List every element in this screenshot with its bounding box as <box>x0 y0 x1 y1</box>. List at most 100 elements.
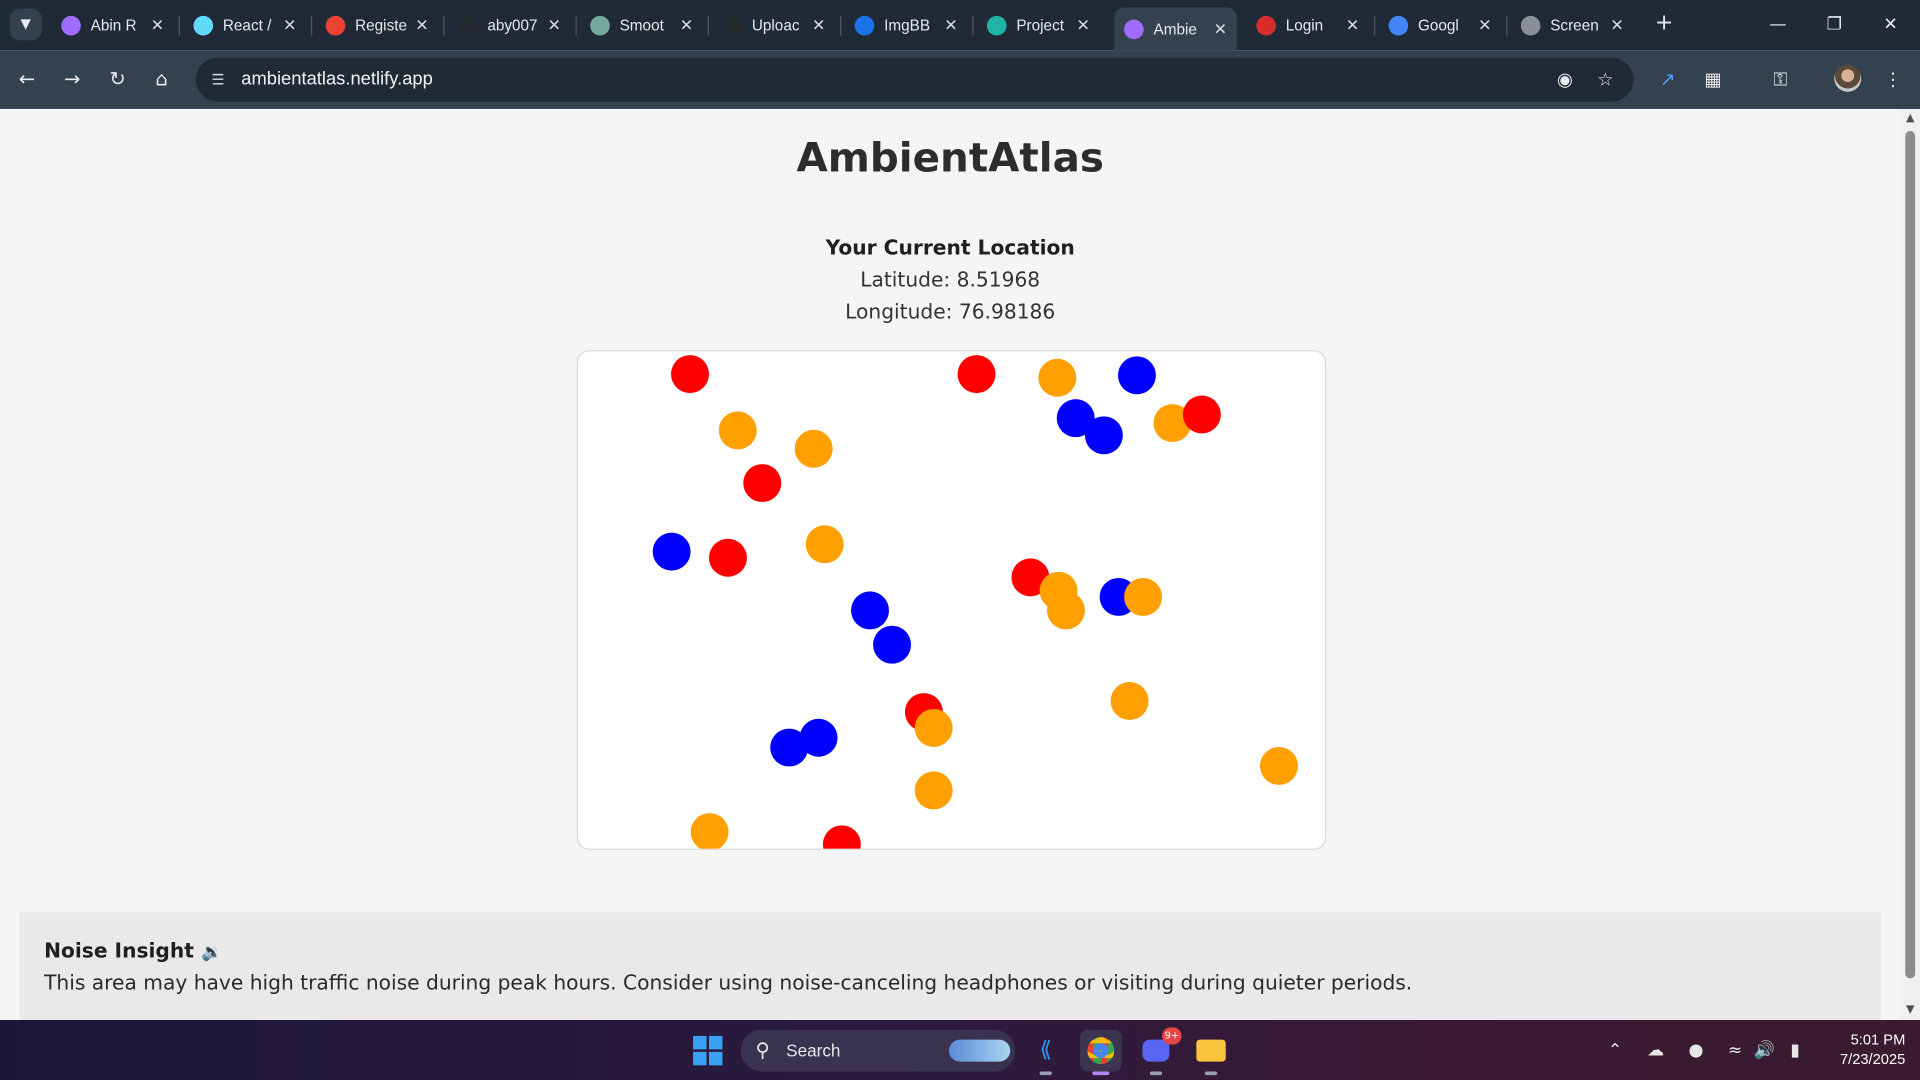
noise-dot-blue[interactable] <box>1117 356 1156 395</box>
noise-dot-orange[interactable] <box>805 525 844 564</box>
noise-dot-blue[interactable] <box>851 591 889 630</box>
tab-2[interactable]: Registe ✕ <box>316 7 438 44</box>
noise-insight-text: This area may have high traffic noise du… <box>44 971 1413 995</box>
noise-dot-red[interactable] <box>708 538 747 577</box>
show-hidden-icons-chevron-icon[interactable]: ⌃ <box>1602 1037 1629 1064</box>
file-explorer-icon[interactable] <box>1190 1030 1232 1076</box>
noise-map[interactable] <box>576 350 1327 850</box>
microphone-icon[interactable]: ● <box>1682 1037 1709 1064</box>
noise-dot-orange[interactable] <box>1124 577 1163 616</box>
noise-dot-blue[interactable] <box>652 532 691 571</box>
noise-dot-orange[interactable] <box>794 429 833 468</box>
tab-title: React / <box>222 17 272 35</box>
wifi-icon[interactable]: ≈ <box>1722 1037 1749 1064</box>
noise-dot-orange[interactable] <box>1046 591 1085 630</box>
close-tab-icon[interactable]: ✕ <box>415 16 428 36</box>
extension-link-icon[interactable]: ↗ <box>1653 65 1682 94</box>
noise-dot-red[interactable] <box>822 825 861 849</box>
scroll-up-arrow-icon[interactable]: ▲ <box>1904 113 1916 125</box>
mail-icon <box>1256 15 1276 36</box>
extensions-puzzle-icon[interactable]: ▦ <box>1698 65 1727 94</box>
globe-icon <box>1520 15 1541 36</box>
bookmark-star-icon[interactable]: ☆ <box>1593 67 1617 91</box>
new-tab-button[interactable]: + <box>1651 10 1678 37</box>
tab-10[interactable]: Googl ✕ <box>1379 7 1501 44</box>
home-button[interactable]: ⌂ <box>147 65 176 94</box>
tab-7[interactable]: Project ✕ <box>977 7 1099 44</box>
tab-11[interactable]: Screen ✕ <box>1511 7 1633 44</box>
site-info-icon[interactable]: ☰ <box>206 67 230 91</box>
close-tab-icon[interactable]: ✕ <box>547 16 560 36</box>
github-icon <box>457 15 478 36</box>
profile-avatar[interactable] <box>1834 64 1862 92</box>
close-tab-icon[interactable]: ✕ <box>1610 16 1623 36</box>
close-tab-icon[interactable]: ✕ <box>283 16 296 36</box>
noise-dot-blue[interactable] <box>799 718 838 757</box>
tab-search-button[interactable]: ▼ <box>9 8 42 41</box>
noise-dot-blue[interactable] <box>873 625 912 664</box>
close-tab-icon[interactable]: ✕ <box>1214 19 1227 39</box>
tab-3[interactable]: aby007 ✕ <box>448 7 570 44</box>
tab-6[interactable]: ImgBB ✕ <box>845 7 967 44</box>
noise-dot-orange[interactable] <box>914 708 953 747</box>
close-tab-icon[interactable]: ✕ <box>1346 16 1359 36</box>
latitude-text: Latitude: 8.51968 <box>860 268 1041 292</box>
noise-dot-red[interactable] <box>1182 395 1221 434</box>
close-tab-icon[interactable]: ✕ <box>944 16 957 36</box>
tab-separator <box>840 15 842 36</box>
scroll-down-arrow-icon[interactable]: ▼ <box>1904 1004 1916 1016</box>
close-tab-icon[interactable]: ✕ <box>812 16 825 36</box>
speaker-icon: 🔉 <box>201 942 223 963</box>
google-lens-icon <box>1388 15 1409 36</box>
tab-title: Abin R <box>90 17 137 35</box>
tab-9[interactable]: Login ✕ <box>1247 7 1369 44</box>
tab-4[interactable]: Smoot ✕ <box>580 7 702 44</box>
gmail-icon <box>325 15 346 36</box>
search-icon: ⚲ <box>755 1040 770 1062</box>
noise-dot-red[interactable] <box>743 464 782 503</box>
close-tab-icon[interactable]: ✕ <box>1076 16 1089 36</box>
address-bar[interactable]: ☰ ambientatlas.netlify.app ◉ ☆ <box>195 57 1634 102</box>
windows-start-icon[interactable] <box>693 1035 723 1066</box>
noise-dot-orange[interactable] <box>914 771 953 810</box>
tab-title: Ambie <box>1153 20 1197 38</box>
onedrive-cloud-icon[interactable]: ☁ <box>1642 1037 1669 1064</box>
close-tab-icon[interactable]: ✕ <box>1478 16 1491 36</box>
web-page: AmbientAtlas Your Current Location Latit… <box>0 108 1901 1021</box>
page-scrollbar[interactable]: ▲ ▼ <box>1900 108 1920 1021</box>
noise-dot-red[interactable] <box>957 355 996 394</box>
volume-icon[interactable]: 🔊 <box>1751 1037 1778 1064</box>
tab-8[interactable]: Ambie ✕ <box>1114 7 1237 51</box>
menu-kebab-icon[interactable]: ⋮ <box>1878 65 1907 94</box>
tab-0[interactable]: Abin R ✕ <box>51 7 173 44</box>
close-window-button[interactable]: ✕ <box>1866 7 1915 41</box>
chrome-icon[interactable] <box>1080 1029 1122 1076</box>
close-tab-icon[interactable]: ✕ <box>680 16 693 36</box>
discord-icon[interactable]: 9+ <box>1135 1027 1182 1076</box>
tab-5[interactable]: Uploac ✕ <box>713 7 835 44</box>
url-text[interactable]: ambientatlas.netlify.app <box>241 69 433 90</box>
close-tab-icon[interactable]: ✕ <box>151 16 164 36</box>
restore-button[interactable]: ❐ <box>1810 7 1859 41</box>
taskbar-clock[interactable]: 5:01 PM 7/23/2025 <box>1820 1030 1905 1069</box>
taskbar-search[interactable]: ⚲ Search <box>740 1029 1016 1072</box>
noise-dot-orange[interactable] <box>718 411 757 450</box>
vscode-icon[interactable]: ⟪ <box>1025 1030 1067 1076</box>
noise-insight-title: Noise Insight <box>44 939 194 963</box>
battery-icon[interactable]: ▮ <box>1782 1037 1809 1064</box>
noise-dot-red[interactable] <box>671 355 709 394</box>
noise-dot-orange[interactable] <box>1260 746 1298 785</box>
reload-button[interactable]: ↻ <box>103 65 132 94</box>
noise-dot-blue[interactable] <box>1084 416 1123 455</box>
tab-1[interactable]: React / ✕ <box>184 7 306 44</box>
location-pin-icon[interactable]: ◉ <box>1553 67 1577 91</box>
noise-dot-orange[interactable] <box>690 813 729 849</box>
password-key-icon[interactable]: ⚿ <box>1766 65 1795 94</box>
forward-button[interactable]: → <box>58 65 87 94</box>
scrollbar-thumb[interactable] <box>1905 131 1916 979</box>
tab-title: Login <box>1285 17 1324 35</box>
noise-dot-orange[interactable] <box>1038 358 1077 397</box>
noise-dot-orange[interactable] <box>1110 682 1149 721</box>
back-button[interactable]: ← <box>12 65 41 94</box>
minimize-button[interactable]: — <box>1753 7 1802 41</box>
